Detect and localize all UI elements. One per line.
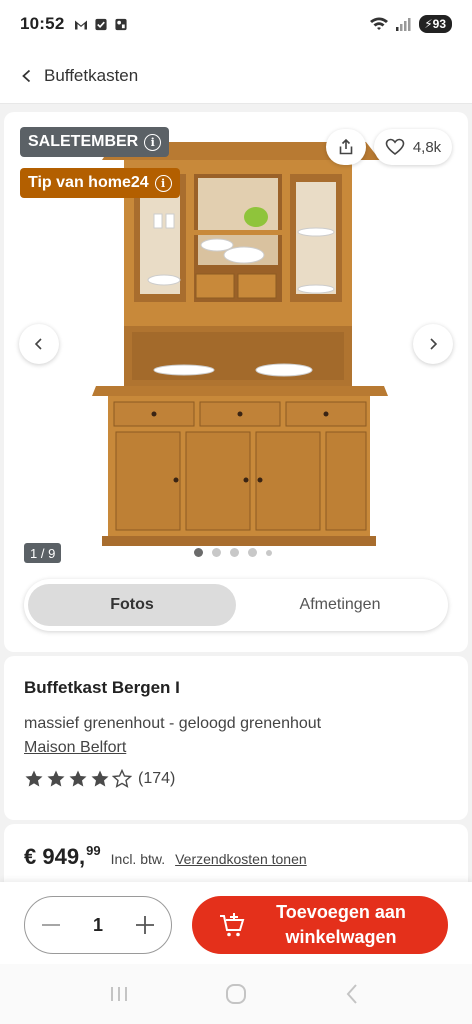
star-empty-icon (112, 769, 132, 788)
vat-note: Incl. btw. (110, 851, 166, 867)
share-button[interactable] (326, 129, 366, 165)
signal-icon (396, 18, 411, 31)
favorite-button[interactable]: 4,8k (374, 129, 452, 165)
carousel-dot[interactable] (266, 549, 272, 556)
system-navigation-bar (0, 964, 472, 1024)
tip-badge-label: Tip van home24 (28, 174, 149, 191)
info-icon[interactable]: i (154, 174, 172, 192)
product-material: massief grenenhout - geloogd grenenhout (24, 715, 322, 732)
add-to-cart-button[interactable]: Toevoegen aan winkelwagen (192, 896, 448, 954)
battery-level: 93 (432, 17, 446, 31)
quantity-value[interactable]: 1 (93, 915, 103, 936)
info-icon[interactable]: i (144, 133, 162, 151)
status-right: ⚡93 (369, 15, 452, 33)
product-image[interactable] (84, 134, 394, 564)
notification-icons (74, 18, 128, 31)
purchase-bar: 1 Toevoegen aan winkelwagen (0, 882, 472, 964)
carousel-dot[interactable] (248, 548, 257, 557)
app-notification-icon (115, 18, 128, 30)
next-image-button[interactable] (413, 324, 453, 364)
product-info: Buffetkast Bergen I massief grenenhout -… (4, 656, 468, 820)
price-cents: 99 (86, 843, 101, 858)
chevron-left-icon (34, 338, 42, 350)
back-navigation[interactable]: Buffetkasten (0, 48, 472, 104)
tip-badge[interactable]: Tip van home24 i (20, 168, 180, 198)
favorite-count: 4,8k (412, 138, 442, 156)
star-filled-icon (91, 770, 109, 787)
media-tabs: Fotos Afmetingen (24, 579, 448, 631)
rating[interactable]: (174) (24, 769, 448, 789)
recent-apps-icon[interactable] (107, 984, 131, 1004)
chevron-right-icon (430, 338, 438, 350)
star-filled-icon (69, 770, 87, 787)
back-icon[interactable] (341, 982, 365, 1006)
brand-link[interactable]: Maison Belfort (24, 739, 126, 757)
status-bar: 10:52 ⚡93 (0, 0, 472, 48)
previous-image-button[interactable] (19, 324, 59, 364)
product-gallery: SALETEMBER i Tip van home24 i 4,8k 1 / 9… (4, 112, 468, 652)
carousel-dot[interactable] (212, 548, 221, 557)
home-icon[interactable] (224, 982, 248, 1006)
product-title: Buffetkast Bergen I (24, 678, 180, 697)
check-box-icon (95, 18, 108, 30)
cart-add-icon (220, 913, 245, 937)
tab-fotos[interactable]: Fotos (28, 584, 236, 626)
carousel-dot[interactable] (230, 548, 239, 557)
carousel-dots (194, 548, 272, 557)
price-section: € 949, 99 Incl. btw. Verzendkosten tonen (4, 824, 468, 890)
carousel-dot[interactable] (194, 548, 203, 557)
share-icon (339, 138, 353, 155)
tab-afmetingen[interactable]: Afmetingen (236, 584, 444, 626)
rating-count: (174) (138, 770, 176, 787)
plus-icon[interactable] (133, 913, 157, 937)
battery-indicator: ⚡93 (419, 15, 452, 33)
back-label[interactable]: Buffetkasten (44, 66, 138, 86)
heart-icon (385, 138, 405, 156)
quantity-stepper: 1 (24, 896, 172, 954)
sale-badge[interactable]: SALETEMBER i (20, 127, 170, 157)
minus-icon[interactable] (39, 913, 63, 937)
star-filled-icon (25, 770, 43, 787)
star-filled-icon (47, 770, 65, 787)
add-to-cart-label: Toevoegen aan winkelwagen (276, 902, 406, 947)
gmail-icon (75, 20, 88, 29)
image-counter: 1 / 9 (24, 543, 62, 563)
sale-badge-label: SALETEMBER (28, 133, 139, 150)
wifi-icon (370, 17, 389, 30)
price: € 949, (24, 844, 86, 869)
status-time: 10:52 (20, 14, 65, 33)
shipping-costs-link[interactable]: Verzendkosten tonen (175, 851, 307, 867)
chevron-left-icon[interactable] (20, 69, 34, 83)
